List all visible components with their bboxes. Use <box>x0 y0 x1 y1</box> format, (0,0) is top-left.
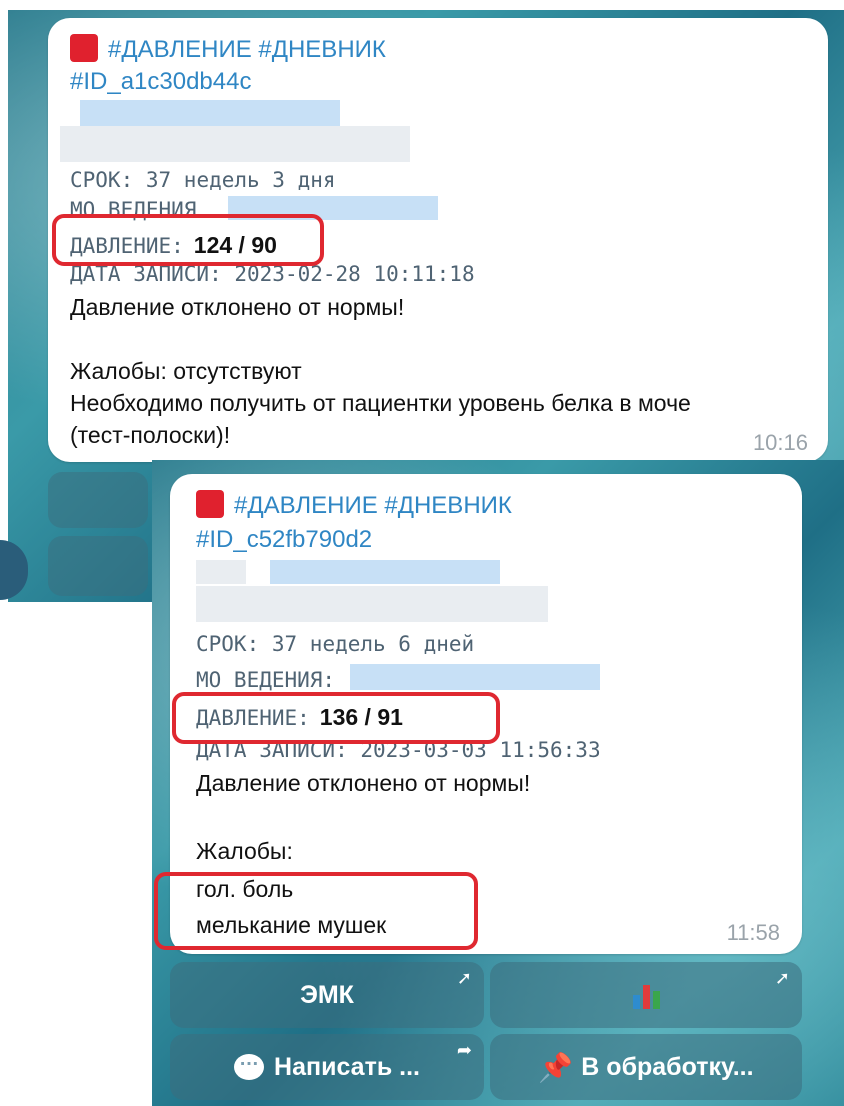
redacted-details <box>60 126 410 162</box>
write-button[interactable]: Написать ... ➦ <box>170 1034 484 1100</box>
arrow-up-right-icon: ➚ <box>774 968 790 988</box>
message-time: 11:58 <box>726 920 780 945</box>
redacted-details <box>196 586 548 622</box>
pressure-highlight-2 <box>172 692 500 744</box>
share-arrow-icon: ➦ <box>456 1040 472 1060</box>
keyboard-button-hidden-2[interactable] <box>48 536 148 596</box>
keyboard-button-hidden-1[interactable] <box>48 472 148 528</box>
symptoms-highlight <box>154 872 478 950</box>
emk-button[interactable]: ЭМК ➚ <box>170 962 484 1028</box>
term-value: 37 недель 3 дня <box>145 168 336 192</box>
hashtags[interactable]: #ДАВЛЕНИЕ #ДНЕВНИК <box>108 36 386 63</box>
id-tag[interactable]: #ID_c52fb790d2 <box>196 526 372 554</box>
term-label: СРОК: <box>70 168 134 192</box>
redacted-name <box>270 560 500 584</box>
red-square-icon <box>70 34 98 62</box>
redacted-mo <box>350 664 600 690</box>
hashtags-line: #ДАВЛЕНИЕ #ДНЕВНИК <box>196 490 512 520</box>
write-label: Написать ... <box>274 1052 420 1081</box>
instruction-line-2: (тест-полоски)! <box>70 422 231 448</box>
instruction-line-1: Необходимо получить от пациентки уровень… <box>70 390 691 416</box>
term-line: СРОК: 37 недель 3 дня <box>70 168 336 192</box>
mo-label: МО ВЕДЕНИЯ: <box>196 668 336 692</box>
warning-text: Давление отклонено от нормы! <box>70 294 405 320</box>
pushpin-icon: 📌 <box>538 1051 574 1083</box>
process-button[interactable]: 📌 В обработку... <box>490 1034 802 1100</box>
term-line: СРОК: 37 недель 6 дней <box>196 632 474 656</box>
process-label: В обработку... <box>581 1052 754 1081</box>
chart-button[interactable]: ➚ <box>490 962 802 1028</box>
redacted-name <box>80 100 340 126</box>
hashtags[interactable]: #ДАВЛЕНИЕ #ДНЕВНИК <box>234 492 512 519</box>
message-time: 10:16 <box>752 430 808 455</box>
term-label: СРОК: <box>196 632 260 656</box>
red-square-icon <box>196 490 224 518</box>
term-value: 37 недель 6 дней <box>271 632 475 656</box>
speech-bubble-icon <box>234 1048 265 1080</box>
complaints-text: Жалобы: отсутствуют <box>70 358 302 384</box>
id-tag[interactable]: #ID_a1c30db44c <box>70 68 251 96</box>
emk-label: ЭМК <box>300 980 354 1009</box>
hashtags-line: #ДАВЛЕНИЕ #ДНЕВНИК <box>70 34 386 64</box>
bar-chart-icon <box>632 981 660 1009</box>
pressure-highlight-1 <box>52 214 324 266</box>
complaints-text: Жалобы: <box>196 838 293 864</box>
warning-text: Давление отклонено от нормы! <box>196 770 531 796</box>
arrow-up-right-icon: ➚ <box>456 968 472 988</box>
redacted-initial <box>196 560 246 584</box>
